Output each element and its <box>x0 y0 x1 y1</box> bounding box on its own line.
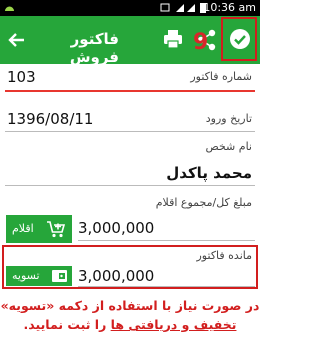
entry-date-field[interactable]: 1396/08/11 <box>7 110 93 128</box>
settle-button-label: تسویه <box>12 269 40 282</box>
annotation-number: 9 <box>193 30 209 55</box>
total-label: مبلغ کل/مجموع اقلام <box>155 196 252 209</box>
status-bar: 10:36 am <box>0 0 260 16</box>
invoice-number-underline <box>5 90 255 92</box>
app-bar: فاکتور فروش <box>0 16 260 66</box>
remaining-underline <box>78 286 255 287</box>
invoice-number-label: شماره فاکتور <box>190 70 252 83</box>
person-label: نام شخص <box>205 140 252 153</box>
person-underline <box>5 185 255 186</box>
remaining-label: مانده فاکتور <box>196 249 253 262</box>
note-line-2-part-1: تخفیف و دریافتی ها <box>110 317 237 332</box>
note-line-2-part-2: را ثبت نمایید. <box>23 317 111 332</box>
invoice-number-input[interactable]: 103 <box>7 68 36 86</box>
settle-button[interactable]: تسویه <box>6 266 72 286</box>
print-icon[interactable] <box>162 28 184 50</box>
add-cart-icon <box>47 221 66 238</box>
note-line-2: تخفیف و دریافتی ها را ثبت نمایید. <box>0 315 260 334</box>
items-button[interactable]: اقلام <box>6 215 72 243</box>
person-field[interactable]: محمد پاکدل <box>166 164 252 182</box>
save-check-icon[interactable] <box>229 28 251 50</box>
entry-date-underline <box>5 131 255 132</box>
note-line-1: در صورت نیاز با استفاده از دکمه «تسویه» <box>0 298 260 313</box>
remaining-amount: 3,000,000 <box>78 267 155 285</box>
android-icon <box>5 6 14 11</box>
wallet-icon <box>52 270 67 282</box>
total-underline <box>78 240 255 241</box>
entry-date-label: تاریخ ورود <box>205 112 252 125</box>
status-time: 10:36 am <box>203 1 256 14</box>
back-arrow-icon[interactable] <box>7 30 27 50</box>
total-amount: 3,000,000 <box>78 219 155 237</box>
items-button-label: اقلام <box>12 222 34 235</box>
instruction-note: در صورت نیاز با استفاده از دکمه «تسویه» … <box>0 296 260 334</box>
page-title: فاکتور فروش <box>69 30 119 66</box>
